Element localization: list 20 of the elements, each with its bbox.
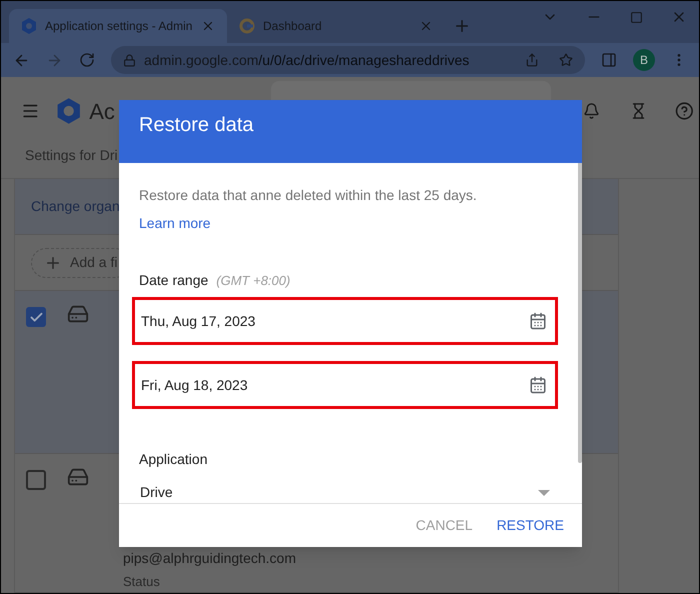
app-title: Ac — [89, 98, 115, 126]
status-label: Status — [123, 573, 161, 591]
cancel-button[interactable]: CANCEL — [416, 515, 473, 536]
dialog-title: Restore data — [139, 114, 254, 136]
page-subtitle: Settings for Dri — [24, 146, 119, 165]
restore-button[interactable]: RESTORE — [496, 515, 564, 536]
profile-avatar[interactable]: B — [633, 49, 655, 71]
application-label: Application — [139, 450, 208, 470]
tab-title: Application settings - Admin — [45, 18, 193, 35]
learn-more-link[interactable]: Learn more — [139, 213, 211, 234]
description-text: Restore data that anne deleted within the last 25 days. — [139, 186, 478, 206]
url-path: /u/0/ac/drive/manageshareddrives — [258, 50, 470, 70]
url-host: admin.google.com — [144, 50, 258, 70]
tab-title: Dashboard — [263, 18, 323, 35]
date-field[interactable]: Fri, Aug 18, 2023 — [132, 361, 558, 410]
owner-email: pips@alphrguidingtech.com — [123, 549, 297, 568]
date-field[interactable]: Thu, Aug 17, 2023 — [132, 297, 558, 346]
date-range-label: Date range — [139, 271, 208, 290]
application-select[interactable]: Drive — [139, 482, 558, 504]
timezone-label: (GMT +8:00) — [216, 272, 290, 290]
